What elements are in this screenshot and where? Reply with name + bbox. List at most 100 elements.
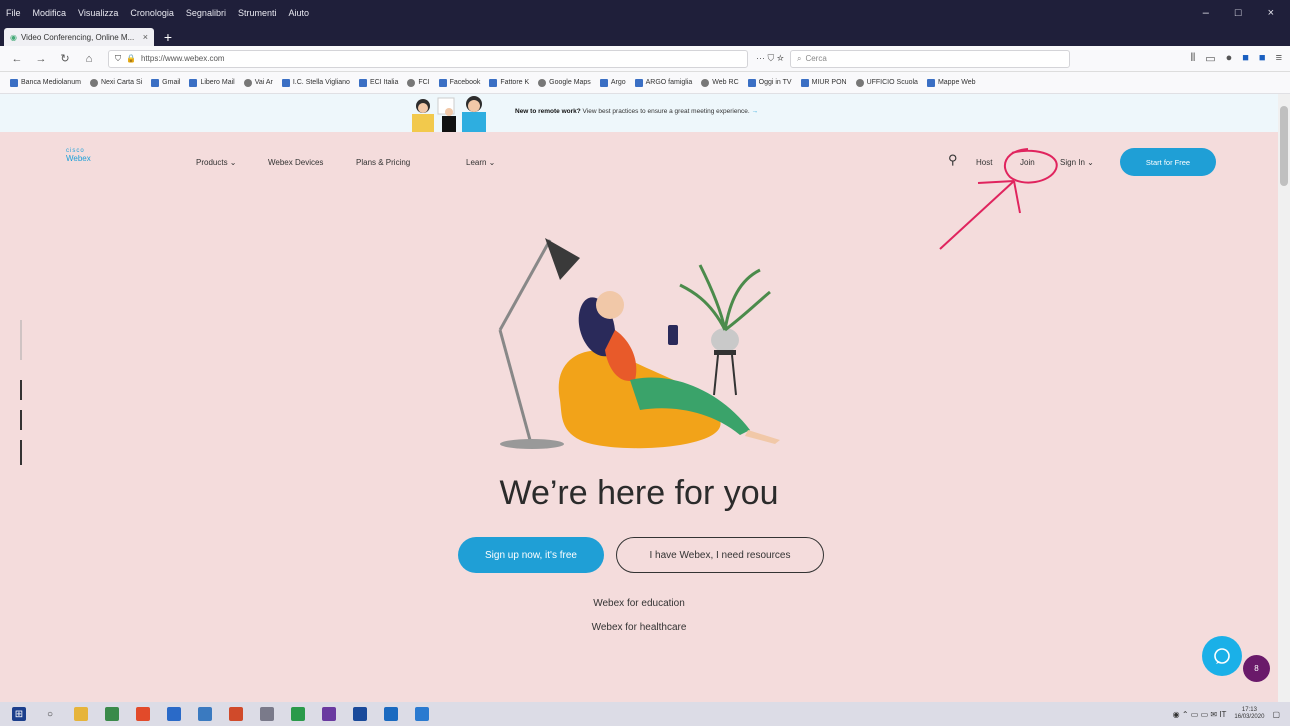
- bookmark-item[interactable]: MIUR PON: [800, 78, 847, 87]
- bookmark-item[interactable]: Fattore K: [489, 78, 530, 87]
- webex-healthcare-link[interactable]: Webex for healthcare: [0, 622, 1278, 633]
- clock[interactable]: 17:13 16/03/2020: [1234, 707, 1264, 721]
- close-button[interactable]: ×: [1268, 7, 1274, 19]
- menu-view[interactable]: Visualizza: [78, 8, 118, 18]
- app-icon-6[interactable]: [353, 707, 367, 721]
- bookmark-item[interactable]: Oggi in TV: [747, 78, 792, 87]
- back-icon[interactable]: ←: [8, 53, 26, 65]
- maximize-button[interactable]: □: [1235, 7, 1242, 19]
- remote-work-banner[interactable]: New to remote work? View best practices …: [0, 94, 1278, 132]
- file-explorer-icon[interactable]: [74, 707, 88, 721]
- search-icon[interactable]: ○: [43, 707, 57, 721]
- bookmark-item[interactable]: UFFICIO Scuola: [855, 78, 918, 87]
- chrome-icon[interactable]: [105, 707, 119, 721]
- start-for-free-button[interactable]: Start for Free: [1120, 148, 1216, 176]
- bookmark-item[interactable]: Nexi Carta Si: [89, 78, 142, 87]
- bookmark-favicon-icon: [407, 78, 416, 87]
- tray-icons[interactable]: ◉ ⌃ ▭ ▭ ✉ IT: [1173, 710, 1227, 719]
- menu-bookmarks[interactable]: Segnalibri: [186, 8, 226, 18]
- join-link[interactable]: Join: [1020, 158, 1035, 167]
- nav-plans-pricing[interactable]: Plans & Pricing: [356, 158, 410, 167]
- bookmark-item[interactable]: FCI: [407, 78, 430, 87]
- chat-button[interactable]: [1202, 636, 1242, 676]
- host-link[interactable]: Host: [976, 158, 992, 167]
- bookmark-item[interactable]: I.C. Stella Vigliano: [281, 78, 350, 87]
- library-icon[interactable]: ⫴: [1191, 52, 1196, 65]
- banner-text[interactable]: New to remote work? View best practices …: [515, 108, 758, 115]
- clock-date: 16/03/2020: [1234, 714, 1265, 720]
- side-scroll-marks-icon: [20, 320, 22, 465]
- sign-in-link[interactable]: Sign In ⌄: [1060, 158, 1094, 167]
- app-icon-5[interactable]: [322, 707, 336, 721]
- page-actions-icon[interactable]: ··· ⛉ ☆: [756, 53, 784, 64]
- new-tab-button[interactable]: +: [158, 28, 178, 46]
- bookmark-label: Vai Ar: [254, 79, 273, 86]
- sidebar-icon[interactable]: ▭: [1205, 52, 1215, 65]
- tab-close-icon[interactable]: ×: [143, 32, 148, 42]
- nav-products[interactable]: Products ⌄: [196, 158, 237, 167]
- bookmark-item[interactable]: ARGO famiglia: [634, 78, 692, 87]
- bookmark-item[interactable]: Gmail: [151, 78, 180, 87]
- bookmark-label: Banca Mediolanum: [21, 79, 81, 86]
- notification-badge[interactable]: 8: [1243, 655, 1270, 682]
- menu-history[interactable]: Cronologia: [130, 8, 174, 18]
- edge-icon[interactable]: [167, 707, 181, 721]
- bookmark-item[interactable]: Libero Mail: [189, 78, 235, 87]
- bookmark-label: MIUR PON: [811, 79, 847, 86]
- webex-logo[interactable]: cisco Webex: [66, 148, 138, 172]
- bookmark-item[interactable]: Argo: [599, 78, 626, 87]
- app-icon-3[interactable]: [260, 707, 274, 721]
- resources-button[interactable]: I have Webex, I need resources: [616, 537, 824, 573]
- extension-icon-2[interactable]: ■: [1259, 52, 1266, 65]
- bookmark-item[interactable]: Google Maps: [538, 78, 591, 87]
- extension-icon[interactable]: ■: [1242, 52, 1249, 65]
- scrollbar-thumb[interactable]: [1280, 106, 1288, 186]
- windows-start-icon[interactable]: ⊞: [12, 707, 26, 721]
- minimize-button[interactable]: –: [1203, 7, 1209, 19]
- bookmark-label: I.C. Stella Vigliano: [292, 79, 350, 86]
- bookmark-item[interactable]: Banca Mediolanum: [10, 78, 81, 87]
- forward-icon[interactable]: →: [32, 53, 50, 65]
- woman-on-beanbag-illustration-icon: [498, 238, 780, 449]
- bookmark-favicon-icon: [89, 78, 98, 87]
- menu-tools[interactable]: Strumenti: [238, 8, 277, 18]
- bookmark-item[interactable]: Vai Ar: [243, 78, 273, 87]
- window-controls: – □ ×: [1203, 7, 1290, 19]
- chat-bubble-icon: [1214, 648, 1230, 664]
- bookmark-item[interactable]: Mappe Web: [926, 78, 976, 87]
- nav-webex-devices[interactable]: Webex Devices: [268, 158, 323, 167]
- lock-icon: 🔒: [126, 54, 136, 63]
- sign-up-button[interactable]: Sign up now, it's free: [458, 537, 604, 573]
- url-bar[interactable]: ⛉ 🔒 https://www.webex.com: [108, 49, 748, 68]
- app-icon-7[interactable]: [384, 707, 398, 721]
- menu-help[interactable]: Aiuto: [288, 8, 309, 18]
- bookmark-item[interactable]: Web RC: [701, 78, 739, 87]
- bookmark-item[interactable]: ECI Italia: [358, 78, 398, 87]
- nav-learn[interactable]: Learn ⌄: [466, 158, 495, 167]
- app-icon-8[interactable]: [415, 707, 429, 721]
- menu-file[interactable]: File: [6, 8, 21, 18]
- bookmark-label: Fattore K: [500, 79, 530, 86]
- notifications-icon[interactable]: ▢: [1272, 710, 1280, 719]
- bookmark-favicon-icon: [358, 78, 367, 87]
- webex-education-link[interactable]: Webex for education: [0, 598, 1278, 609]
- bookmark-label: Facebook: [449, 79, 481, 86]
- reload-icon[interactable]: ↻: [56, 52, 74, 65]
- tab-webex[interactable]: ◉ Video Conferencing, Online M... ×: [4, 28, 154, 46]
- bookmark-favicon-icon: [926, 78, 935, 87]
- search-bar[interactable]: ⌕ Cerca: [789, 49, 1070, 68]
- app-icon-4[interactable]: [291, 707, 305, 721]
- app-icon-2[interactable]: [229, 707, 243, 721]
- app-icon-1[interactable]: [198, 707, 212, 721]
- account-icon[interactable]: ●: [1226, 52, 1233, 65]
- bookmark-item[interactable]: Facebook: [438, 78, 481, 87]
- search-icon[interactable]: ⚲: [948, 152, 958, 168]
- window-menubar: File Modifica Visualizza Cronologia Segn…: [0, 0, 1290, 26]
- menu-edit[interactable]: Modifica: [33, 8, 67, 18]
- page-scrollbar[interactable]: [1278, 94, 1290, 702]
- bookmark-favicon-icon: [599, 78, 608, 87]
- hamburger-menu-icon[interactable]: ≡: [1276, 52, 1282, 65]
- people-illustration-icon: [412, 96, 486, 132]
- firefox-icon[interactable]: [136, 707, 150, 721]
- home-icon[interactable]: ⌂: [80, 53, 98, 65]
